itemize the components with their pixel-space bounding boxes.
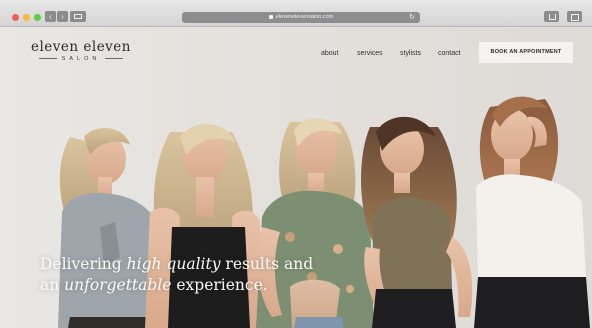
logo-wordmark: eleven eleven xyxy=(30,39,131,55)
browser-window: ‹ › elevenelevensalon.com ↻ eleven eleve… xyxy=(0,0,592,328)
browser-toolbar: ‹ › elevenelevensalon.com ↻ xyxy=(0,0,592,27)
address-bar[interactable]: elevenelevensalon.com ↻ xyxy=(182,12,420,23)
person-5 xyxy=(474,96,590,328)
person-4 xyxy=(361,116,473,328)
back-arrow-icon[interactable]: ‹ xyxy=(45,11,56,22)
person-1 xyxy=(58,127,158,328)
nav-link-contact[interactable]: contact xyxy=(438,50,461,57)
hero-tagline: Delivering high quality results and an u… xyxy=(40,255,314,294)
url-text: elevenelevensalon.com xyxy=(275,14,334,20)
close-window-icon[interactable] xyxy=(12,14,19,21)
person-3 xyxy=(256,117,374,328)
nav-link-about[interactable]: about xyxy=(321,50,339,57)
book-appointment-button[interactable]: BOOK AN APPOINTMENT xyxy=(479,42,573,63)
tab-overview-icon[interactable] xyxy=(567,11,582,22)
website-page: eleven eleven SALON about services styli… xyxy=(0,27,592,328)
logo-subtitle: SALON xyxy=(29,56,133,62)
salon-logo[interactable]: eleven eleven SALON xyxy=(29,39,133,62)
sidebar-toggle-icon[interactable] xyxy=(70,11,86,22)
lock-icon xyxy=(268,14,273,19)
nav-link-services[interactable]: services xyxy=(357,50,383,57)
person-2 xyxy=(145,124,262,328)
nav-link-stylists[interactable]: stylists xyxy=(400,50,421,57)
minimize-window-icon[interactable] xyxy=(23,14,30,21)
forward-arrow-icon[interactable]: › xyxy=(57,11,68,22)
reload-icon[interactable]: ↻ xyxy=(409,12,415,23)
share-icon[interactable] xyxy=(544,11,559,22)
fullscreen-window-icon[interactable] xyxy=(34,14,41,21)
